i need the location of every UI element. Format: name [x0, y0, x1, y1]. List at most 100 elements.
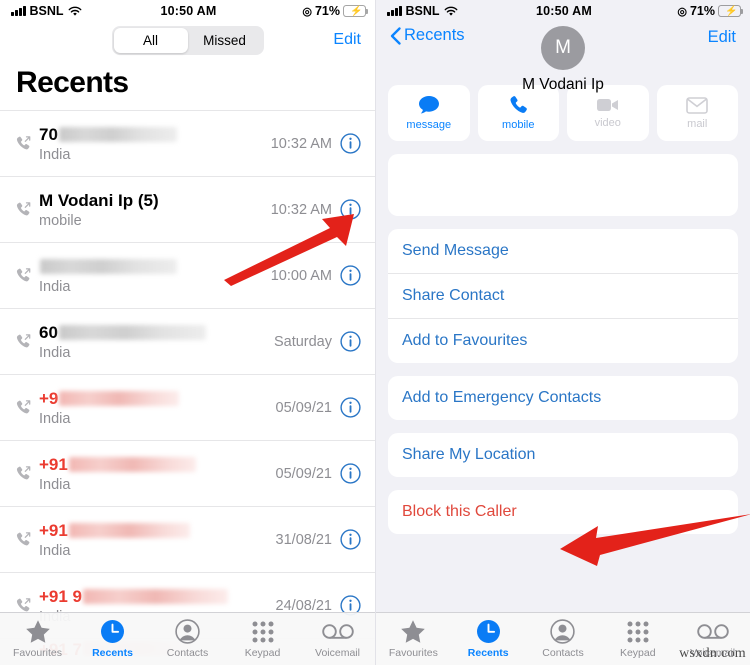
missed-call-icon — [16, 532, 30, 546]
share-my-location-item[interactable]: Share My Location — [388, 433, 738, 477]
clock-icon-wrap — [476, 620, 501, 644]
filter-segmented-control[interactable]: All Missed — [111, 25, 264, 55]
call-subtitle: India — [39, 542, 71, 559]
battery-charging-icon: ⚡ — [343, 5, 369, 17]
row-main: +91 India — [36, 521, 276, 559]
call-type-icon-wrap — [10, 201, 36, 218]
call-type-icon-wrap — [10, 531, 36, 548]
video-action-label: video — [594, 117, 621, 129]
call-name-text: 70 — [39, 125, 58, 144]
tab-recents[interactable]: Recents — [451, 620, 526, 659]
row-main: India — [36, 257, 271, 295]
redacted-number — [68, 522, 190, 538]
voicemail-icon-wrap — [321, 620, 354, 644]
voicemail-icon — [696, 624, 729, 639]
signal-bars-icon — [387, 6, 402, 16]
status-bar-left-group-2: BSNL — [387, 4, 536, 18]
send-message-item[interactable]: Send Message — [388, 229, 738, 273]
row-main: +9 India — [36, 389, 276, 427]
redacted-number — [68, 456, 196, 472]
call-name-text: +91 — [39, 521, 68, 540]
envelope-icon — [686, 96, 709, 114]
row-main: 60 India — [36, 323, 274, 361]
call-subtitle: India — [39, 410, 71, 427]
avatar: M — [541, 26, 585, 70]
tab-keypad[interactable]: Keypad — [600, 620, 675, 659]
info-circle-icon[interactable] — [340, 331, 361, 352]
recent-calls-list: 70 India 10:32 AM M Vodani Ip (5) mobile 10:3… — [0, 110, 375, 638]
table-row[interactable]: 60 India Saturday — [0, 308, 375, 374]
outgoing-call-icon — [16, 268, 30, 282]
tab-label: Recents — [92, 646, 133, 659]
table-row[interactable]: +91 India 05/09/21 — [0, 440, 375, 506]
call-time: 10:32 AM — [270, 201, 332, 218]
segment-missed[interactable]: Missed — [188, 28, 262, 53]
info-circle-icon[interactable] — [340, 463, 361, 484]
star-icon-wrap — [400, 620, 426, 644]
call-name: +91 9 — [39, 587, 276, 608]
video-camera-icon — [596, 99, 618, 111]
info-circle-icon[interactable] — [340, 265, 361, 286]
call-time: 10:32 AM — [270, 135, 332, 152]
segment-all[interactable]: All — [113, 27, 188, 53]
table-row[interactable]: +91 India 31/08/21 — [0, 506, 375, 572]
tab-bar-left[interactable]: Favourites Recents Contacts Keypad Voicemail — [0, 612, 375, 665]
clock-icon — [101, 620, 124, 643]
recents-screen: BSNL 10:50 AM ◎ 71% ⚡ All Missed Edit Re… — [0, 0, 375, 665]
info-circle-icon[interactable] — [340, 133, 361, 154]
call-name: +91 — [39, 521, 276, 542]
location-services-icon: ◎ — [302, 5, 312, 18]
tab-contacts[interactable]: Contacts — [526, 619, 601, 659]
redacted-number — [40, 258, 177, 274]
clock-icon-wrap — [100, 620, 125, 644]
info-circle-icon[interactable] — [340, 199, 361, 220]
add-to-emergency-contacts-item[interactable]: Add to Emergency Contacts — [388, 376, 738, 420]
edit-button[interactable]: Edit — [333, 31, 361, 49]
contact-name: M Vodani Ip — [522, 76, 604, 93]
redacted-number — [58, 324, 206, 340]
table-row[interactable]: 70 India 10:32 AM — [0, 110, 375, 176]
contact-actions-card-4: Block this Caller — [388, 490, 738, 534]
tab-favourites[interactable]: Favourites — [0, 620, 75, 659]
edit-button[interactable]: Edit — [708, 28, 736, 47]
call-type-icon-wrap — [10, 399, 36, 416]
call-name — [39, 257, 271, 278]
add-to-favourites-item[interactable]: Add to Favourites — [388, 318, 738, 363]
phone-number-card[interactable] — [388, 154, 738, 216]
clock-label: 10:50 AM — [160, 4, 217, 18]
share-contact-item[interactable]: Share Contact — [388, 273, 738, 318]
tab-favourites[interactable]: Favourites — [376, 620, 451, 659]
tab-label: Voicemail — [315, 646, 360, 659]
redacted-number — [83, 588, 229, 604]
status-bar-right: BSNL 10:50 AM ◎ 71% ⚡ — [376, 0, 750, 22]
outgoing-call-icon — [16, 334, 30, 348]
call-subtitle: India — [39, 344, 71, 361]
star-icon-wrap — [25, 620, 51, 644]
person-circle-icon-wrap — [550, 619, 576, 644]
tab-voicemail[interactable]: Voicemail — [300, 620, 375, 659]
call-name-text: +91 — [39, 455, 68, 474]
row-main: +91 India — [36, 455, 276, 493]
star-icon — [401, 620, 426, 643]
person-circle-icon-wrap — [175, 619, 200, 644]
call-type-icon-wrap — [10, 333, 36, 350]
tab-contacts[interactable]: Contacts — [150, 619, 225, 659]
contact-actions-card-1: Send Message Share Contact Add to Favour… — [388, 229, 738, 363]
battery-percent-label: 71% — [314, 4, 340, 18]
missed-call-icon — [16, 466, 30, 480]
battery-charging-icon: ⚡ — [718, 5, 744, 17]
tab-label: Contacts — [166, 646, 209, 659]
tab-recents[interactable]: Recents — [75, 620, 150, 659]
keypad-dots-icon — [627, 621, 649, 642]
voicemail-icon-wrap — [696, 620, 729, 644]
block-this-caller-item[interactable]: Block this Caller — [388, 490, 738, 534]
status-bar-right-group-2: ◎ 71% ⚡ — [592, 4, 744, 18]
table-row[interactable]: +9 India 05/09/21 — [0, 374, 375, 440]
table-row[interactable]: M Vodani Ip (5) mobile 10:32 AM — [0, 176, 375, 242]
tab-keypad[interactable]: Keypad — [225, 620, 300, 659]
table-row[interactable]: India 10:00 AM — [0, 242, 375, 308]
mail-action-label: mail — [687, 117, 708, 130]
info-circle-icon[interactable] — [340, 397, 361, 418]
info-circle-icon[interactable] — [340, 529, 361, 550]
call-name: 70 — [39, 125, 271, 146]
